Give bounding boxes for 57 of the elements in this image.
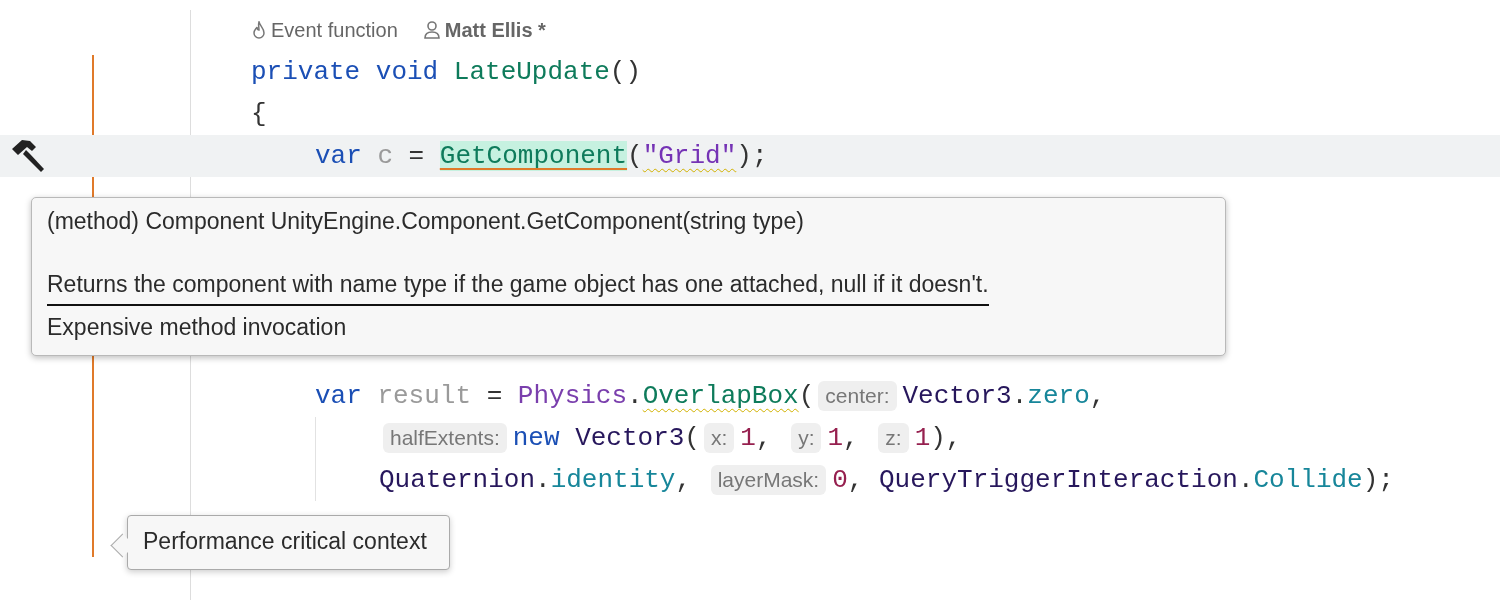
punctuation: , — [1089, 381, 1106, 411]
punctuation: . — [627, 381, 643, 411]
punctuation: , — [847, 465, 864, 495]
parameter-hint: z: — [878, 423, 909, 453]
parameter-hint: center: — [818, 381, 897, 411]
punctuation: = — [486, 381, 503, 411]
punctuation: ( — [684, 423, 700, 453]
punctuation: ), — [930, 423, 962, 453]
number-literal: 1 — [740, 423, 756, 453]
method-description: Returns the component with name type if the game object has one attached, null if it doesn't. — [47, 271, 989, 306]
type-name: Vector3 — [575, 423, 685, 453]
parameter-hint: y: — [791, 423, 822, 453]
punctuation: . — [1237, 465, 1254, 495]
person-icon — [423, 21, 440, 39]
parameter-hint: halfExtents: — [383, 423, 507, 453]
method-name: OverlapBox — [642, 381, 799, 411]
punctuation: , — [843, 423, 859, 453]
punctuation: , — [675, 465, 692, 495]
hammer-icon[interactable] — [10, 139, 46, 173]
class-name: Physics — [517, 381, 628, 411]
tooltip: Performance critical context — [112, 515, 450, 570]
punctuation: ); — [736, 141, 768, 171]
number-literal: 1 — [827, 423, 844, 453]
parameter-hint: x: — [703, 423, 735, 453]
variable-name: result — [377, 381, 472, 411]
keyword: var — [315, 381, 362, 411]
punctuation: ( — [627, 141, 643, 171]
punctuation: = — [408, 141, 425, 171]
flame-icon — [252, 21, 266, 39]
method-name: GetComponent — [439, 141, 628, 171]
string-literal: "Grid" — [642, 141, 737, 171]
keyword: void — [375, 57, 439, 87]
punctuation: , — [755, 423, 772, 453]
author-name[interactable]: Matt Ellis * — [444, 18, 546, 42]
number-literal: 0 — [832, 465, 848, 495]
parameter-hint: layerMask: — [710, 465, 827, 495]
punctuation: ( — [798, 381, 815, 411]
punctuation: ); — [1362, 465, 1394, 495]
type-name: Vector3 — [902, 381, 1012, 411]
method-signature: (method) Component UnityEngine.Component.GetComponent(string type) — [47, 208, 805, 235]
keyword: var — [315, 141, 362, 171]
punctuation: . — [535, 465, 551, 495]
member-name: Collide — [1253, 465, 1363, 495]
punctuation: { — [251, 99, 267, 129]
keyword: private — [251, 57, 361, 87]
punctuation: . — [1011, 381, 1028, 411]
keyword: new — [512, 423, 560, 453]
number-literal: 1 — [914, 423, 931, 453]
warning-message: Expensive method invocation — [47, 314, 348, 341]
punctuation: () — [609, 57, 642, 87]
type-name: Quaternion — [379, 465, 536, 495]
member-name: zero — [1027, 381, 1090, 411]
method-name: LateUpdate — [453, 57, 610, 87]
member-name: identity — [550, 465, 676, 495]
event-label[interactable]: Event function — [271, 18, 398, 42]
type-name: QueryTriggerInteraction — [879, 465, 1238, 495]
variable-name: c — [377, 141, 393, 171]
